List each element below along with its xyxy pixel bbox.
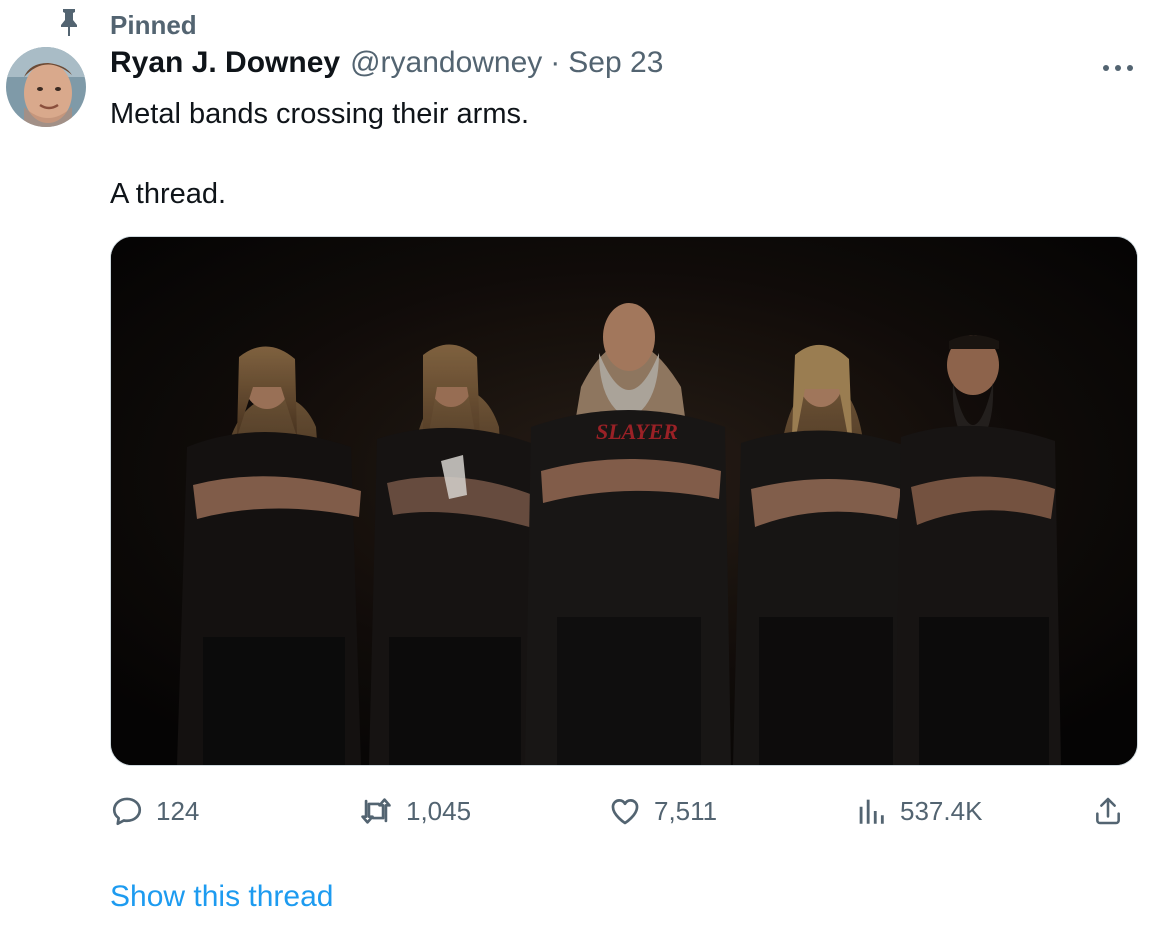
separator-dot: ·: [550, 46, 561, 79]
tweet-image[interactable]: SLAYER: [110, 236, 1138, 766]
tweet-text-line: Metal bands crossing their arms.: [110, 98, 530, 130]
author-name[interactable]: Ryan J. Downey: [110, 46, 340, 80]
reply-button[interactable]: 124: [110, 784, 199, 838]
more-icon: [1103, 65, 1133, 71]
post-date[interactable]: Sep 23: [568, 46, 663, 80]
retweet-icon: [361, 798, 391, 824]
views-icon: [859, 799, 884, 824]
more-button[interactable]: [1098, 56, 1138, 80]
views-button[interactable]: 537.4K: [854, 784, 982, 838]
share-icon: [1096, 797, 1120, 825]
retweet-button[interactable]: 1,045: [358, 784, 471, 838]
reply-icon: [112, 797, 142, 826]
tweet-text: Metal bands crossing their arms. A threa…: [110, 94, 529, 214]
like-count: 7,511: [654, 795, 718, 826]
tweet-text-line: A thread.: [110, 178, 227, 210]
tweet-header: Ryan J. Downey @ryandowney · Sep 23: [110, 46, 663, 86]
pinned-indicator: Pinned: [58, 4, 197, 40]
reply-count: 124: [156, 795, 200, 826]
share-button[interactable]: [1092, 784, 1124, 838]
like-icon: [611, 799, 639, 825]
avatar[interactable]: [6, 47, 86, 127]
pinned-label: Pinned: [110, 10, 197, 40]
views-count: 537.4K: [900, 795, 983, 826]
pin-icon: [61, 9, 77, 36]
band-photo: SLAYER: [111, 237, 1137, 765]
like-button[interactable]: 7,511: [608, 784, 717, 838]
author-handle[interactable]: @ryandowney: [350, 46, 542, 80]
retweet-count: 1,045: [406, 795, 472, 826]
tweet-actions: 124 1,045 7,511 537.4K: [110, 784, 1140, 838]
show-thread-link[interactable]: Show this thread: [110, 880, 333, 914]
